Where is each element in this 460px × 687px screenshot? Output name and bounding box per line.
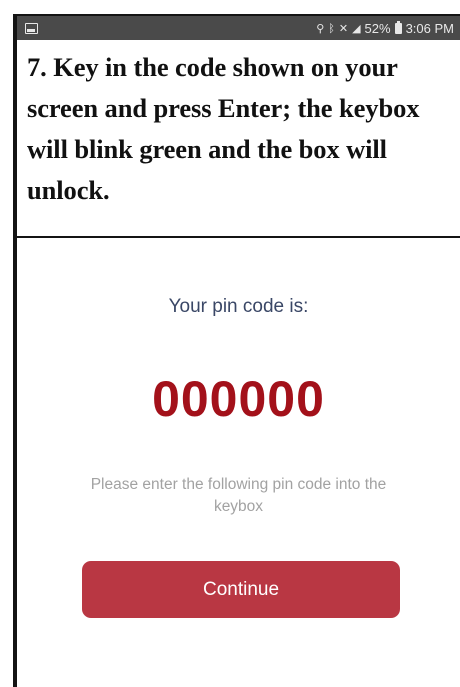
pin-code-value: 000000 — [152, 371, 325, 427]
location-icon: ⚲ — [316, 21, 325, 35]
phone-screen: ⚲ ᛒ ✕ ◢ 52% 3:06 PM 7. Key in the code s… — [13, 14, 460, 687]
mute-icon: ✕ — [338, 21, 349, 35]
clock-time: 3:06 PM — [405, 20, 454, 36]
continue-button[interactable]: Continue — [82, 561, 400, 618]
signal-icon: ◢ — [352, 21, 361, 35]
picture-notification-icon — [25, 22, 38, 34]
battery-percent: 52% — [364, 20, 391, 36]
instruction-caption: 7. Key in the code shown on your screen … — [17, 40, 460, 238]
pin-code-screen: Your pin code is: 000000 Please enter th… — [17, 238, 460, 687]
status-bar: ⚲ ᛒ ✕ ◢ 52% 3:06 PM — [17, 16, 460, 40]
bluetooth-icon: ᛒ — [328, 21, 335, 35]
pin-instructions-text: Please enter the following pin code into… — [90, 476, 387, 515]
instruction-text: 7. Key in the code shown on your screen … — [27, 52, 420, 205]
pin-code-label: Your pin code is: — [168, 296, 309, 317]
battery-icon — [394, 20, 402, 34]
